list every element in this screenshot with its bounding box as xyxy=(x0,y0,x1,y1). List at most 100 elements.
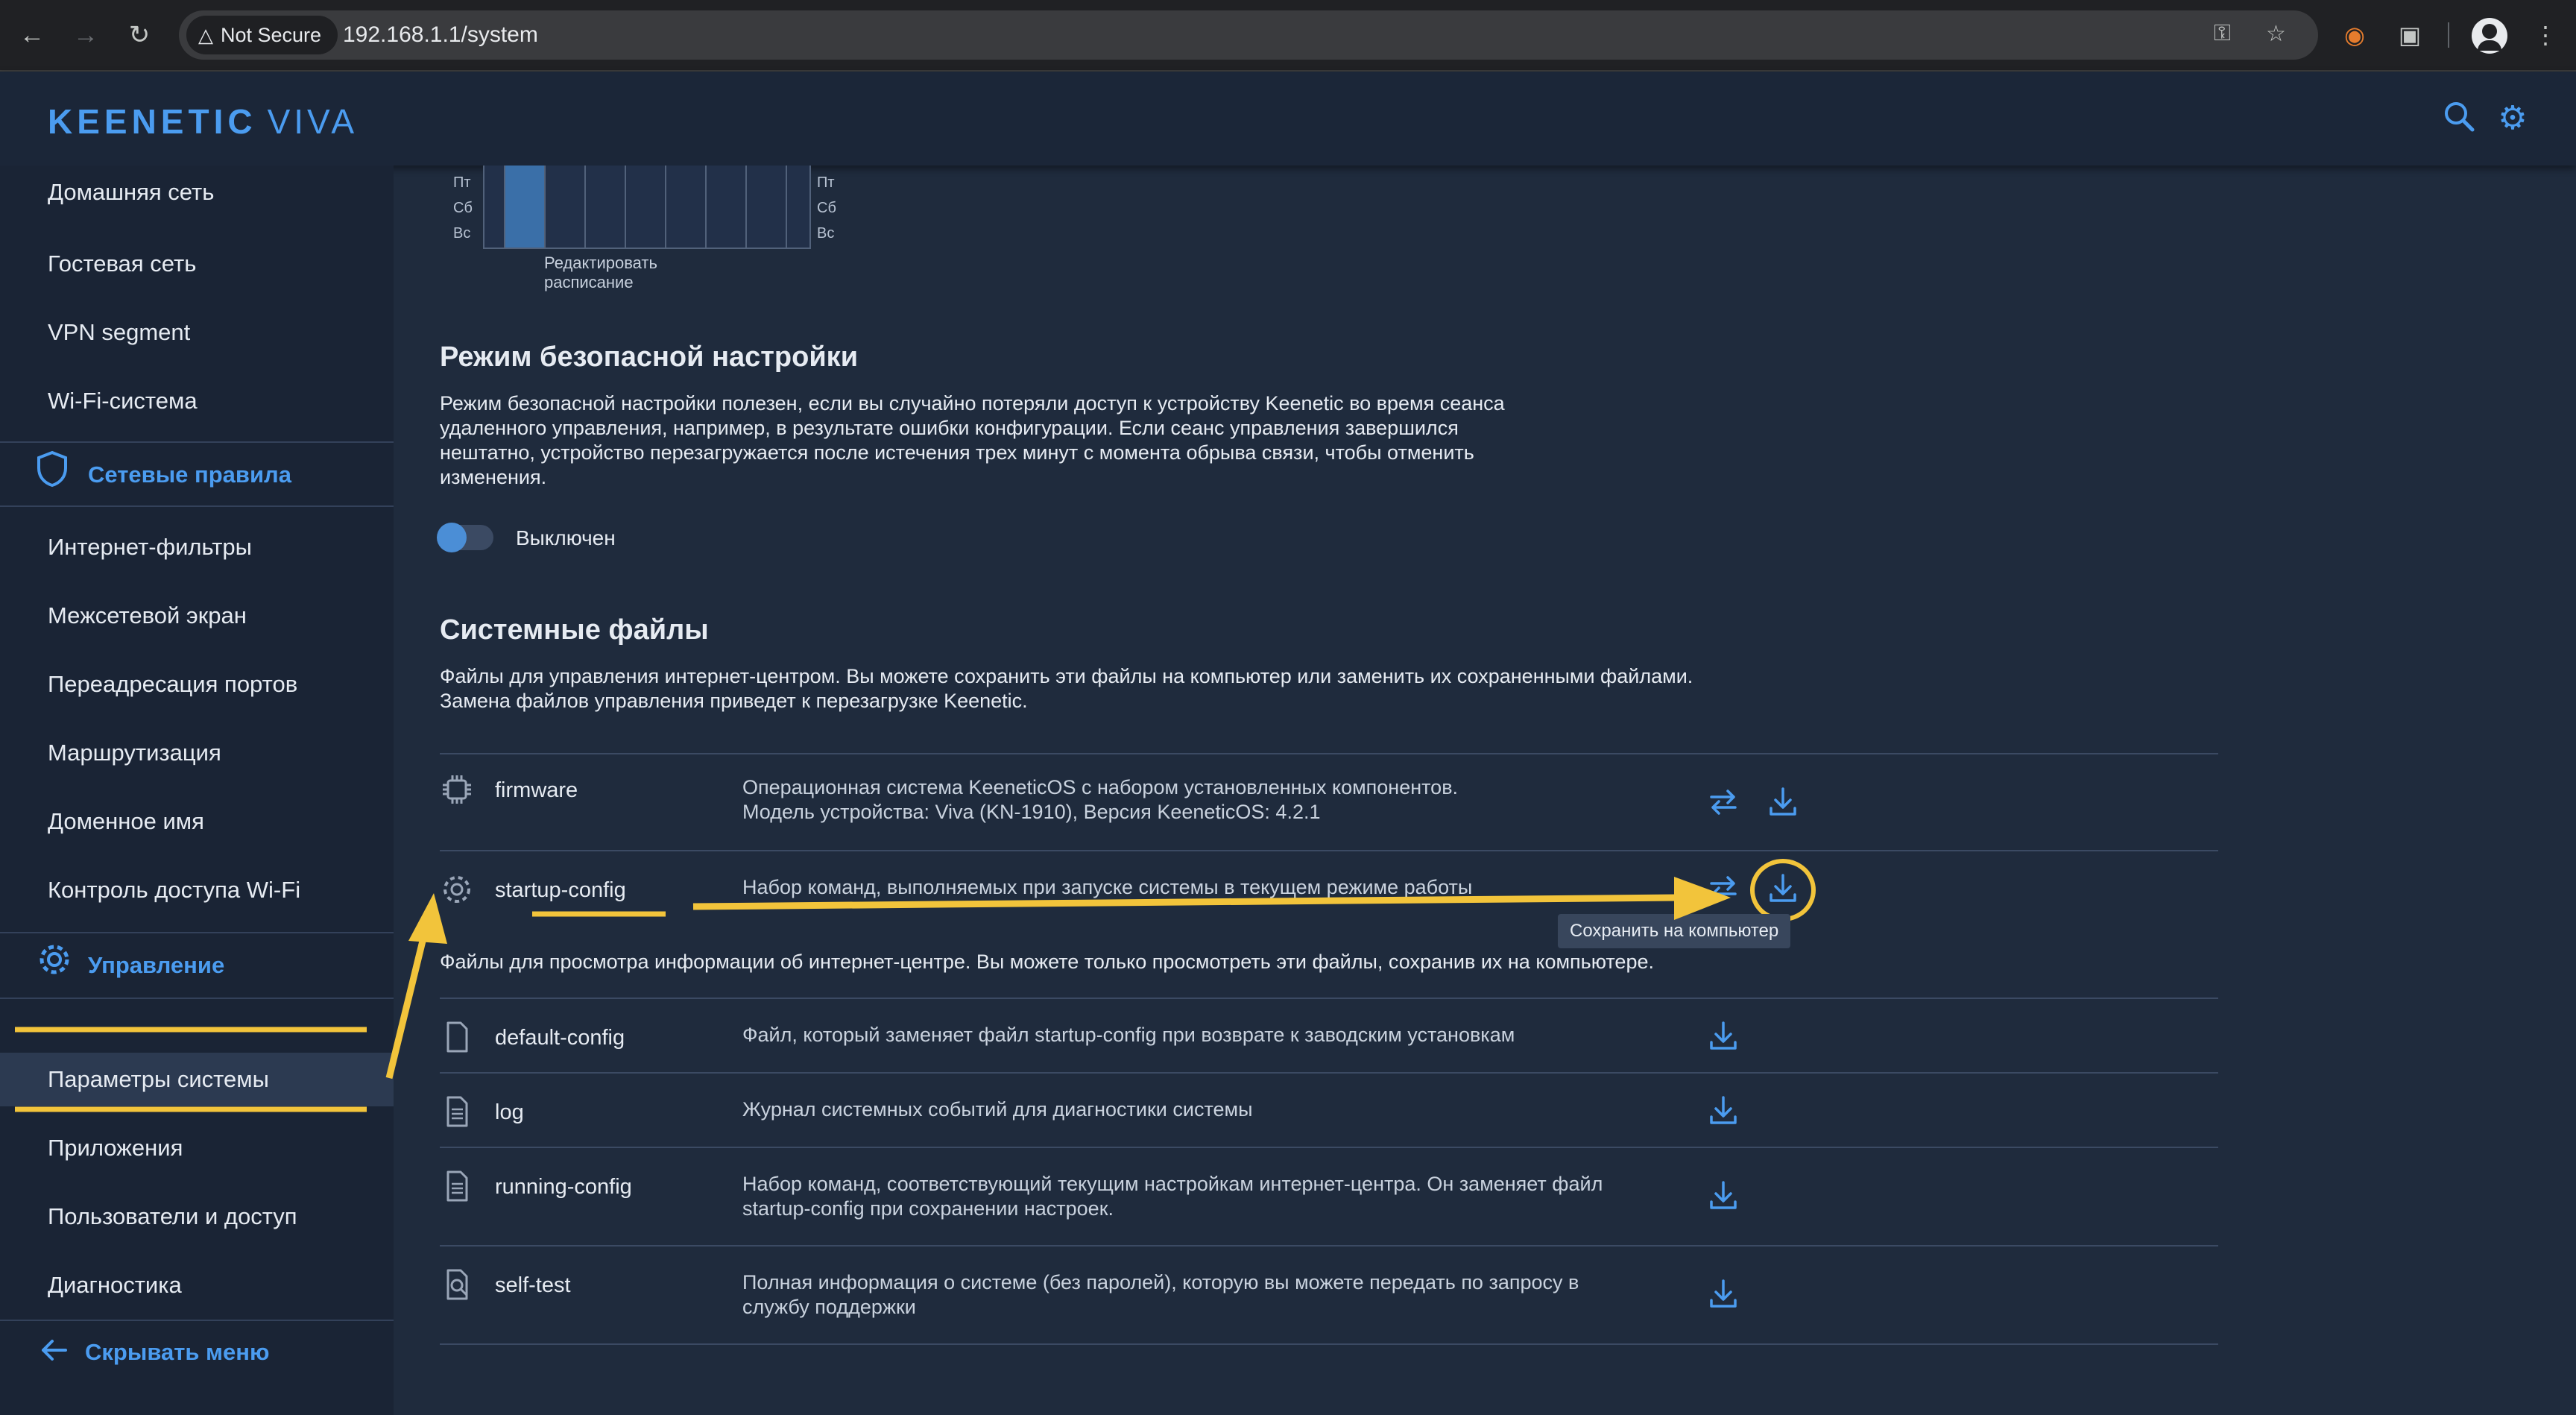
safe-mode-description: Режим безопасной настройки полезен, если… xyxy=(440,391,1505,490)
safe-mode-toggle[interactable] xyxy=(437,523,493,552)
file-desc-default-config: Файл, который заменяет файл startup-conf… xyxy=(742,1023,1515,1047)
sidebar-item-vpn-segment[interactable]: VPN segment xyxy=(0,306,394,359)
file-desc-startup-config: Набор команд, выполняемых при запуске си… xyxy=(742,875,1472,900)
file-name-log: log xyxy=(495,1100,524,1124)
profile-avatar-icon[interactable] xyxy=(2472,18,2507,54)
description-line: Замена файлов управления приведет к пере… xyxy=(440,690,1028,712)
download-running-config-button[interactable] xyxy=(1705,1178,1741,1214)
sidebar-item-users-access[interactable]: Пользователи и доступ xyxy=(0,1190,394,1244)
row-divider xyxy=(440,753,2218,754)
download-firmware-button[interactable] xyxy=(1765,784,1801,820)
sidebar-item-port-forwarding[interactable]: Переадресация портов xyxy=(0,658,394,711)
sidebar-item-diagnostics[interactable]: Диагностика xyxy=(0,1258,394,1312)
row-divider xyxy=(440,1343,2218,1345)
sidebar-divider xyxy=(0,1320,394,1321)
file-desc-self-test: Полная информация о системе (без паролей… xyxy=(742,1270,1579,1320)
row-divider xyxy=(440,850,2218,851)
sidebar-section-management[interactable]: Управление xyxy=(36,941,224,993)
description-line: Операционная система KeeneticOS с наборо… xyxy=(742,776,1459,798)
row-divider xyxy=(440,998,2218,999)
view-files-description: Файлы для просмотра информации об интерн… xyxy=(440,951,1654,973)
sidebar-item-domain-name[interactable]: Доменное имя xyxy=(0,795,394,848)
sidebar-section-network-rules[interactable]: Сетевые правила xyxy=(36,450,291,502)
sidebar-divider xyxy=(0,932,394,933)
file-name-firmware: firmware xyxy=(495,778,578,802)
sidebar-item-applications[interactable]: Приложения xyxy=(0,1121,394,1175)
security-indicator[interactable]: △ Not Secure xyxy=(186,16,338,54)
replace-startup-config-button[interactable] xyxy=(1705,871,1741,907)
replace-firmware-button[interactable] xyxy=(1705,784,1741,820)
description-line: Журнал системных событий для диагностики… xyxy=(742,1098,1253,1121)
description-line: службу поддержки xyxy=(742,1296,916,1318)
warning-triangle-icon: △ xyxy=(198,24,213,46)
keenetic-logo[interactable]: KEENETIC VIVA xyxy=(48,101,358,142)
file-icon xyxy=(440,1020,474,1054)
forward-arrow-icon[interactable]: → xyxy=(67,16,104,54)
sidebar-item-wifi-access-control[interactable]: Контроль доступа Wi-Fi xyxy=(0,863,394,917)
hide-menu-label: Скрывать меню xyxy=(85,1339,270,1365)
day-label: Сб xyxy=(817,200,836,216)
reload-icon[interactable]: ↻ xyxy=(121,16,158,54)
day-label: Сб xyxy=(453,200,473,216)
description-line: Модель устройства: Viva (KN-1910), Верси… xyxy=(742,801,1321,823)
sidebar-divider xyxy=(0,505,394,507)
chip-icon xyxy=(440,772,474,807)
document-icon xyxy=(440,1169,474,1203)
sidebar-item-home-network[interactable]: Домашняя сеть xyxy=(0,166,394,219)
search-icon[interactable] xyxy=(2440,100,2478,137)
sidebar-item-internet-filters[interactable]: Интернет-фильтры xyxy=(0,520,394,574)
download-log-button[interactable] xyxy=(1705,1093,1741,1129)
file-name-startup-config: startup-config xyxy=(495,878,626,902)
settings-gear-icon[interactable]: ⚙ xyxy=(2494,100,2531,137)
description-line: Файл, который заменяет файл startup-conf… xyxy=(742,1024,1515,1046)
sidebar-item-wifi-system[interactable]: Wi-Fi-система xyxy=(0,374,394,428)
download-default-config-button[interactable] xyxy=(1705,1018,1741,1054)
sidebar: Домашняя сеть Гостевая сеть VPN segment … xyxy=(0,166,394,1415)
fox-extension-icon[interactable]: ◉ xyxy=(2336,16,2373,54)
description-line: удаленного управления, например, в резул… xyxy=(440,417,1459,439)
annotation-highlight-circle xyxy=(1750,859,1816,921)
app-header: KEENETIC VIVA ⚙ xyxy=(0,72,2576,166)
sidebar-item-firewall[interactable]: Межсетевой экран xyxy=(0,589,394,643)
sidebar-item-guest-network[interactable]: Гостевая сеть xyxy=(0,237,394,291)
description-line: нештатно, устройство перезагружается пос… xyxy=(440,441,1474,464)
tooltip-save-to-computer: Сохранить на компьютер xyxy=(1558,914,1791,948)
download-self-test-button[interactable] xyxy=(1705,1276,1741,1312)
hide-menu-button[interactable]: Скрывать меню xyxy=(40,1330,269,1376)
schedule-grid[interactable] xyxy=(483,166,811,249)
kebab-menu-icon[interactable]: ⋮ xyxy=(2527,16,2564,54)
not-secure-label: Not Secure xyxy=(221,24,322,46)
file-name-running-config: running-config xyxy=(495,1175,632,1199)
system-files-description: Файлы для управления интернет-центром. В… xyxy=(440,664,1693,713)
row-divider xyxy=(440,1072,2218,1074)
key-icon[interactable]: ⚿ xyxy=(2214,21,2231,46)
day-label: Пт xyxy=(453,174,471,191)
description-line: Режим безопасной настройки полезен, если… xyxy=(440,392,1505,415)
back-arrow-icon[interactable]: ← xyxy=(13,16,51,54)
file-desc-firmware: Операционная система KeeneticOS с наборо… xyxy=(742,775,1458,825)
day-label: Вс xyxy=(453,225,471,242)
day-label: Вс xyxy=(817,225,835,242)
row-divider xyxy=(440,1147,2218,1148)
file-name-self-test: self-test xyxy=(495,1273,571,1297)
document-icon xyxy=(440,1094,474,1129)
toolbar-divider xyxy=(2448,22,2449,48)
star-bookmark-icon[interactable]: ☆ xyxy=(2266,21,2286,47)
description-line: изменения. xyxy=(440,466,547,488)
address-bar[interactable]: △ Not Secure 192.168.1.1/system ⚿ ☆ xyxy=(179,10,2318,60)
system-files-title: Системные файлы xyxy=(440,614,709,646)
safe-mode-title: Режим безопасной настройки xyxy=(440,341,859,373)
shield-icon xyxy=(36,450,73,502)
description-line: Файлы для управления интернет-центром. В… xyxy=(440,665,1693,687)
edit-schedule-link[interactable]: Редактировать расписание xyxy=(544,253,657,292)
sidebar-item-system-settings[interactable]: Параметры системы xyxy=(0,1053,394,1106)
gear-file-icon xyxy=(440,872,474,907)
sidebar-divider xyxy=(0,441,394,443)
file-desc-log: Журнал системных событий для диагностики… xyxy=(742,1097,1253,1122)
sidebar-item-routing[interactable]: Маршрутизация xyxy=(0,726,394,780)
brand-name: KEENETIC xyxy=(48,102,257,141)
url-text[interactable]: 192.168.1.1/system xyxy=(343,22,538,48)
extensions-puzzle-icon[interactable]: ▣ xyxy=(2391,16,2428,54)
brand-model: VIVA xyxy=(267,102,359,141)
section-label: Управление xyxy=(88,952,225,979)
